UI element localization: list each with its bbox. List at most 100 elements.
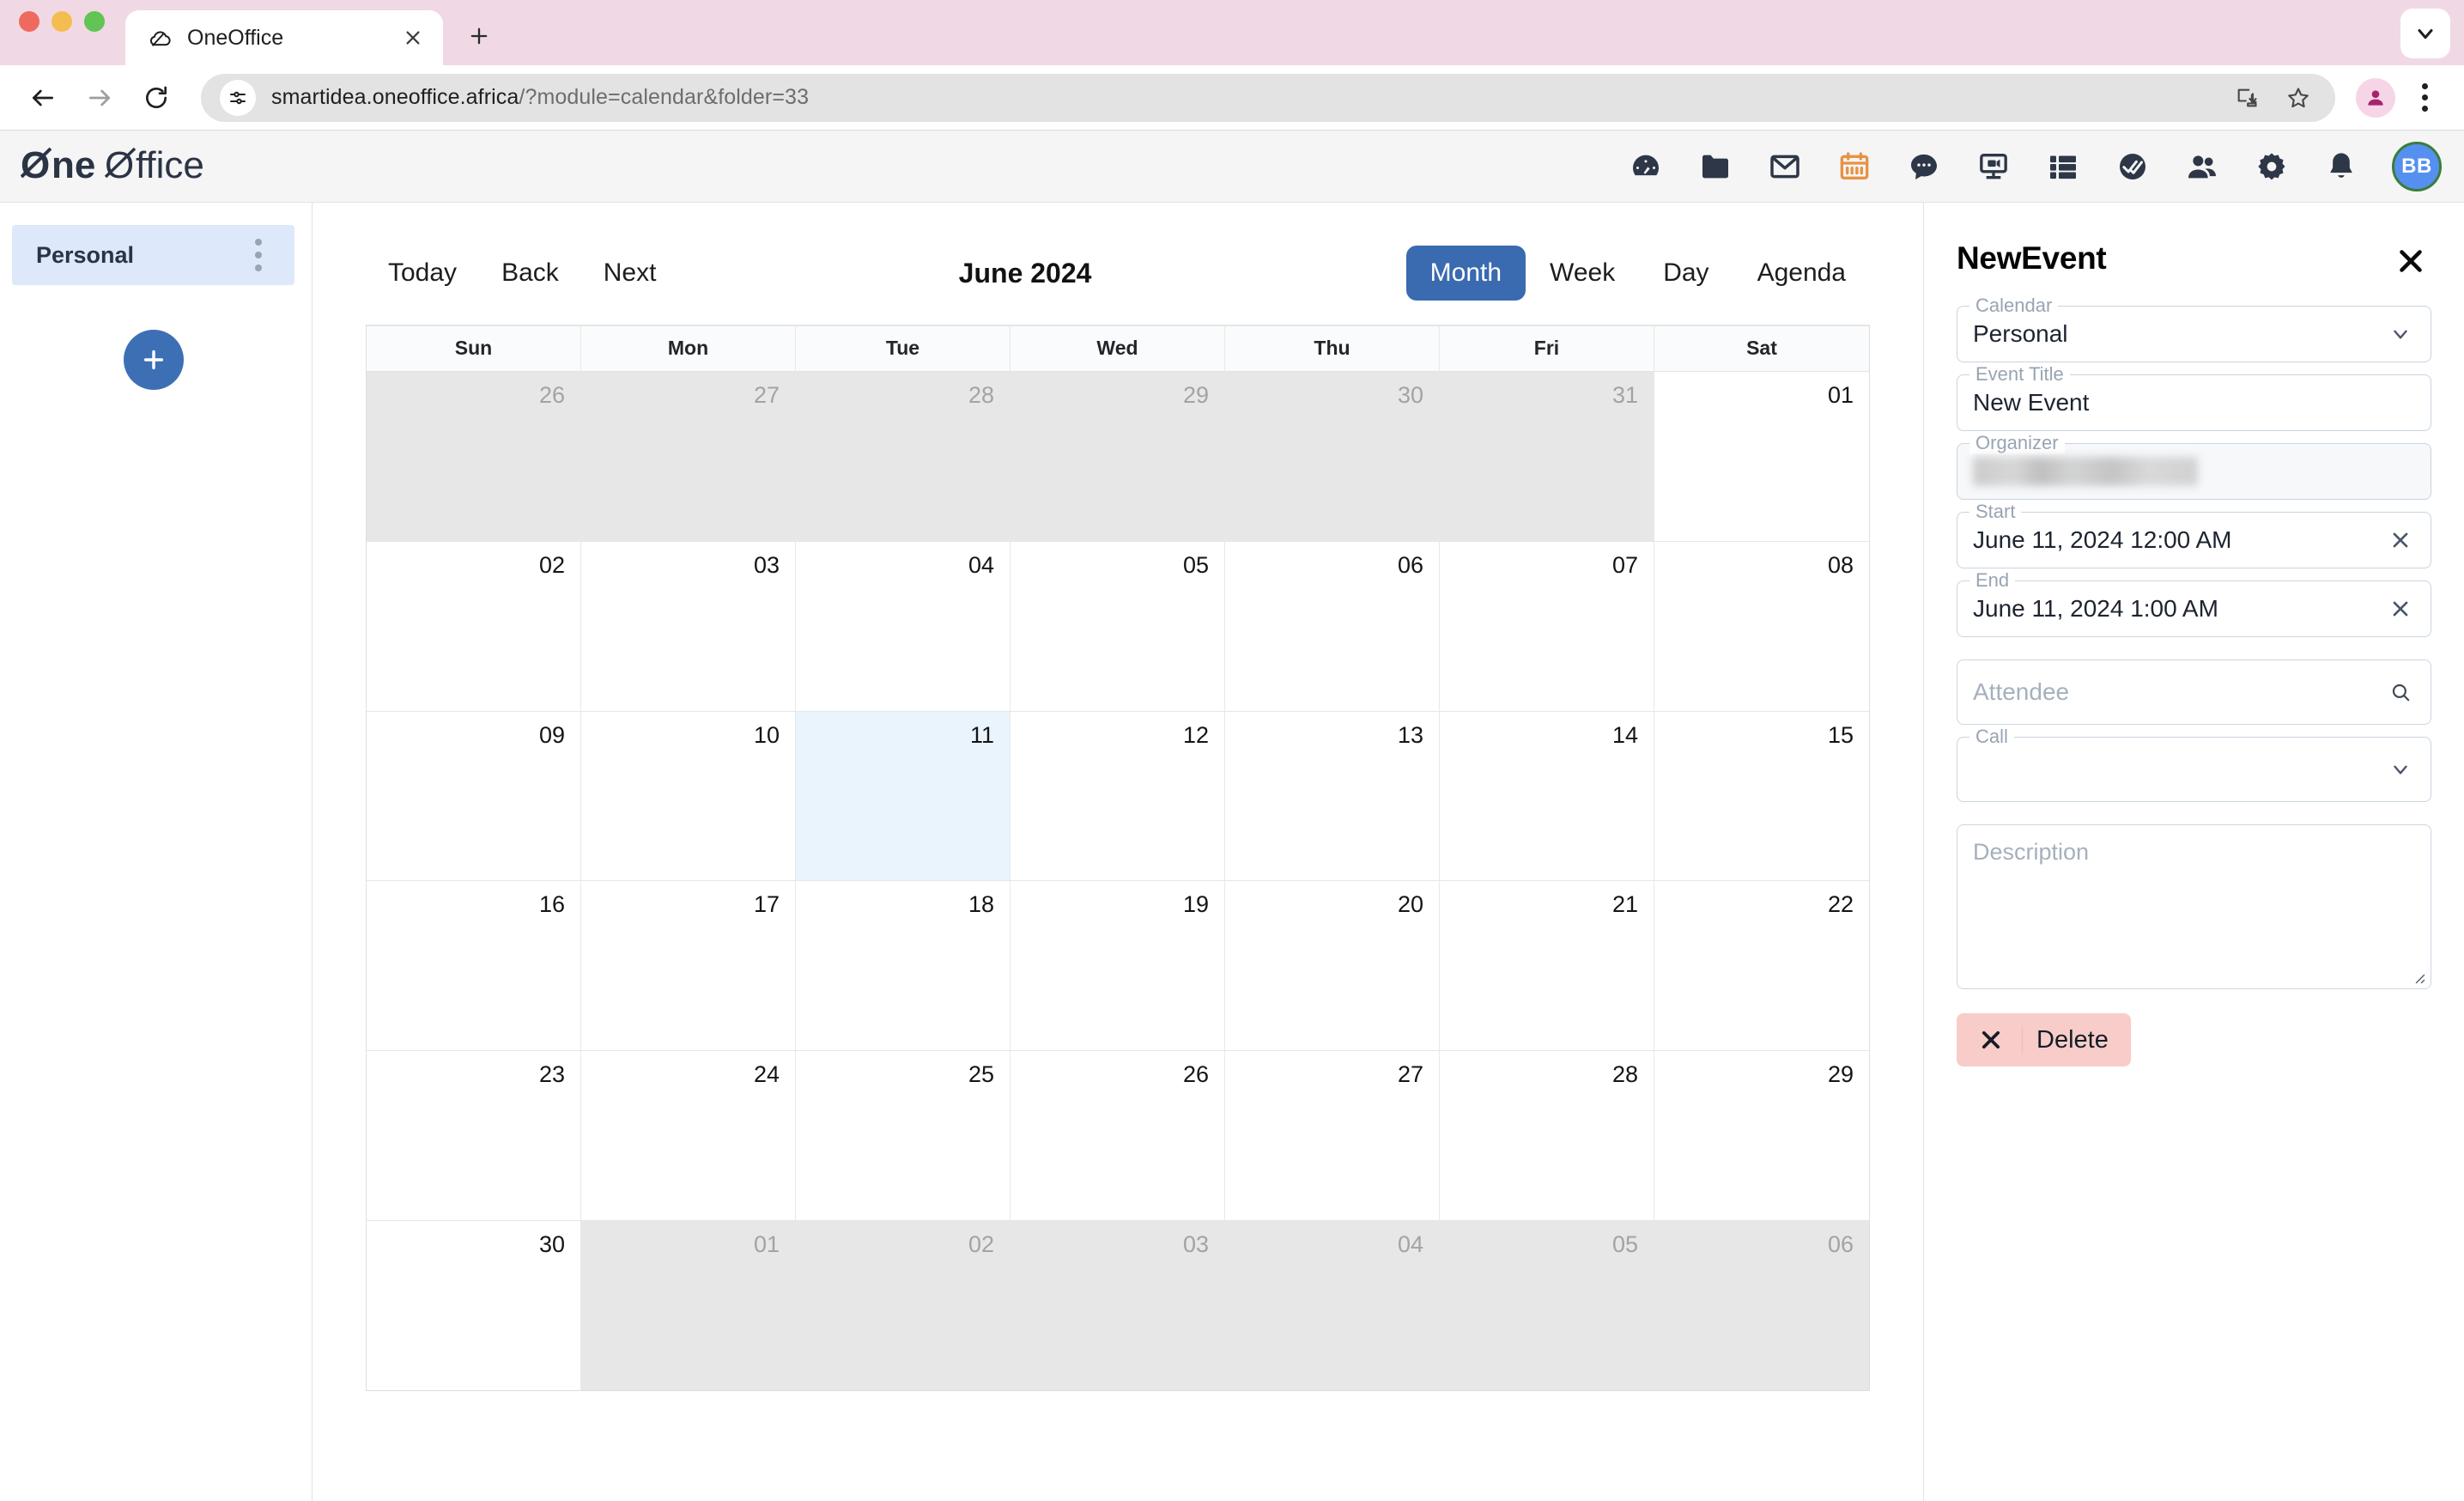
calendar-day-cell[interactable]: 26 — [367, 372, 581, 541]
webinar-icon[interactable] — [1971, 144, 2016, 189]
call-select-field[interactable]: Call — [1957, 726, 2431, 802]
install-app-icon[interactable] — [2227, 78, 2267, 118]
tab-week[interactable]: Week — [1526, 246, 1639, 301]
add-calendar-button[interactable] — [123, 330, 184, 390]
calendar-day-cell[interactable]: 27 — [1225, 1051, 1440, 1221]
calendar-day-cell[interactable]: 03 — [1010, 1221, 1225, 1390]
close-icon[interactable] — [398, 23, 428, 52]
calendar-day-cell[interactable]: 11 — [796, 711, 1010, 881]
end-datetime-field[interactable]: End June 11, 2024 1:00 AM — [1957, 569, 2431, 637]
tune-icon[interactable] — [220, 79, 256, 116]
event-title-field[interactable]: Event Title New Event — [1957, 363, 2431, 431]
calendar-day-cell[interactable]: 05 — [1440, 1221, 1654, 1390]
organizer-label: Organizer — [1969, 432, 2065, 454]
tab-agenda[interactable]: Agenda — [1733, 246, 1870, 301]
address-bar[interactable]: smartidea.oneoffice.africa/?module=calen… — [201, 73, 2335, 122]
notifications-icon[interactable] — [2319, 144, 2364, 189]
plus-icon[interactable] — [462, 19, 496, 53]
calendar-day-cell[interactable]: 29 — [1010, 372, 1225, 541]
attendee-placeholder: Attendee — [1973, 678, 2070, 705]
calendar-day-cell[interactable]: 25 — [796, 1051, 1010, 1221]
tab-day[interactable]: Day — [1639, 246, 1733, 301]
description-placeholder: Description — [1973, 839, 2090, 865]
calendar-day-cell[interactable]: 28 — [796, 372, 1010, 541]
calendar-day-cell[interactable]: 30 — [1225, 372, 1440, 541]
calendar-day-cell[interactable]: 27 — [581, 372, 796, 541]
calendar-day-cell[interactable]: 02 — [367, 541, 581, 711]
calendar-day-cell[interactable]: 17 — [581, 881, 796, 1051]
calendar-day-cell[interactable]: 23 — [367, 1051, 581, 1221]
calendar-day-cell[interactable]: 29 — [1654, 1051, 1869, 1221]
delete-button[interactable]: Delete — [1957, 1013, 2131, 1066]
calendar-day-cell[interactable]: 16 — [367, 881, 581, 1051]
close-icon[interactable] — [2390, 240, 2431, 282]
start-datetime-field[interactable]: Start June 11, 2024 12:00 AM — [1957, 501, 2431, 568]
contacts-icon[interactable] — [2180, 144, 2224, 189]
page-title: NewEvent — [1957, 240, 2107, 276]
calendar-day-cell[interactable]: 18 — [796, 881, 1010, 1051]
calendar-day-cell[interactable]: 06 — [1654, 1221, 1869, 1390]
calendar-day-cell[interactable]: 05 — [1010, 541, 1225, 711]
calendar-day-cell[interactable]: 04 — [796, 541, 1010, 711]
calendar-day-cell[interactable]: 07 — [1440, 541, 1654, 711]
calendar-day-cell[interactable]: 01 — [581, 1221, 796, 1390]
calendar-day-cell[interactable]: 13 — [1225, 711, 1440, 881]
oneoffice-logo[interactable]: O ne O ffice — [21, 131, 278, 202]
organizer-field: Organizer — [1957, 432, 2431, 500]
calendar-day-cell[interactable]: 30 — [367, 1221, 581, 1390]
description-field[interactable]: Description — [1957, 824, 2431, 989]
mail-icon[interactable] — [1763, 144, 1807, 189]
close-window-button[interactable] — [19, 11, 39, 32]
calendar-day-cell[interactable]: 02 — [796, 1221, 1010, 1390]
tasks-done-icon[interactable] — [2110, 144, 2155, 189]
calendar-day-cell[interactable]: 31 — [1440, 372, 1654, 541]
boards-icon[interactable] — [2041, 144, 2085, 189]
calendar-day-cell[interactable]: 20 — [1225, 881, 1440, 1051]
calendar-day-cell[interactable]: 12 — [1010, 711, 1225, 881]
avatar[interactable]: BB — [2392, 141, 2442, 191]
calendar-day-cell[interactable]: 19 — [1010, 881, 1225, 1051]
dashboard-icon[interactable] — [1623, 144, 1668, 189]
calendar-day-cell[interactable]: 14 — [1440, 711, 1654, 881]
resize-handle[interactable] — [2410, 969, 2425, 984]
kebab-menu-icon[interactable] — [243, 233, 274, 277]
calendar-day-cell[interactable]: 24 — [581, 1051, 796, 1221]
files-icon[interactable] — [1693, 144, 1738, 189]
close-icon[interactable] — [2382, 522, 2418, 558]
calendar-day-cell[interactable]: 06 — [1225, 541, 1440, 711]
calendar-day-cell[interactable]: 01 — [1654, 372, 1869, 541]
calendar-day-cell[interactable]: 10 — [581, 711, 796, 881]
calendar-day-cell[interactable]: 28 — [1440, 1051, 1654, 1221]
calendar-day-cell[interactable]: 21 — [1440, 881, 1654, 1051]
calendar-day-cell[interactable]: 26 — [1010, 1051, 1225, 1221]
arrow-right-icon[interactable] — [76, 74, 124, 122]
minimize-window-button[interactable] — [52, 11, 72, 32]
kebab-menu-icon[interactable] — [2404, 77, 2445, 118]
close-icon[interactable] — [2382, 591, 2418, 627]
chat-icon[interactable] — [1902, 144, 1946, 189]
calendar-icon[interactable] — [1832, 144, 1877, 189]
arrow-left-icon[interactable] — [19, 74, 67, 122]
sidebar-item-personal[interactable]: Personal — [12, 225, 294, 285]
today-button[interactable]: Today — [366, 248, 479, 298]
star-icon[interactable] — [2279, 78, 2318, 118]
calendar-day-cell[interactable]: 08 — [1654, 541, 1869, 711]
person-icon[interactable] — [2356, 77, 2395, 118]
reload-icon[interactable] — [132, 74, 180, 122]
calendar-day-cell[interactable]: 15 — [1654, 711, 1869, 881]
chevron-down-icon[interactable] — [2400, 9, 2450, 58]
calendar-day-cell[interactable]: 09 — [367, 711, 581, 881]
back-button[interactable]: Back — [479, 248, 581, 298]
search-icon[interactable] — [2382, 674, 2418, 710]
settings-icon[interactable] — [2249, 144, 2294, 189]
calendar-day-cell[interactable]: 22 — [1654, 881, 1869, 1051]
calendar-select-field[interactable]: Calendar Personal — [1957, 295, 2431, 362]
attendee-field[interactable]: Attendee — [1957, 659, 2431, 725]
chevron-down-icon[interactable] — [2382, 316, 2418, 352]
chevron-down-icon[interactable] — [2382, 751, 2418, 787]
tab-month[interactable]: Month — [1405, 246, 1526, 301]
browser-tab[interactable]: OneOffice — [125, 10, 443, 65]
calendar-day-cell[interactable]: 04 — [1225, 1221, 1440, 1390]
calendar-day-cell[interactable]: 03 — [581, 541, 796, 711]
maximize-window-button[interactable] — [84, 11, 105, 32]
